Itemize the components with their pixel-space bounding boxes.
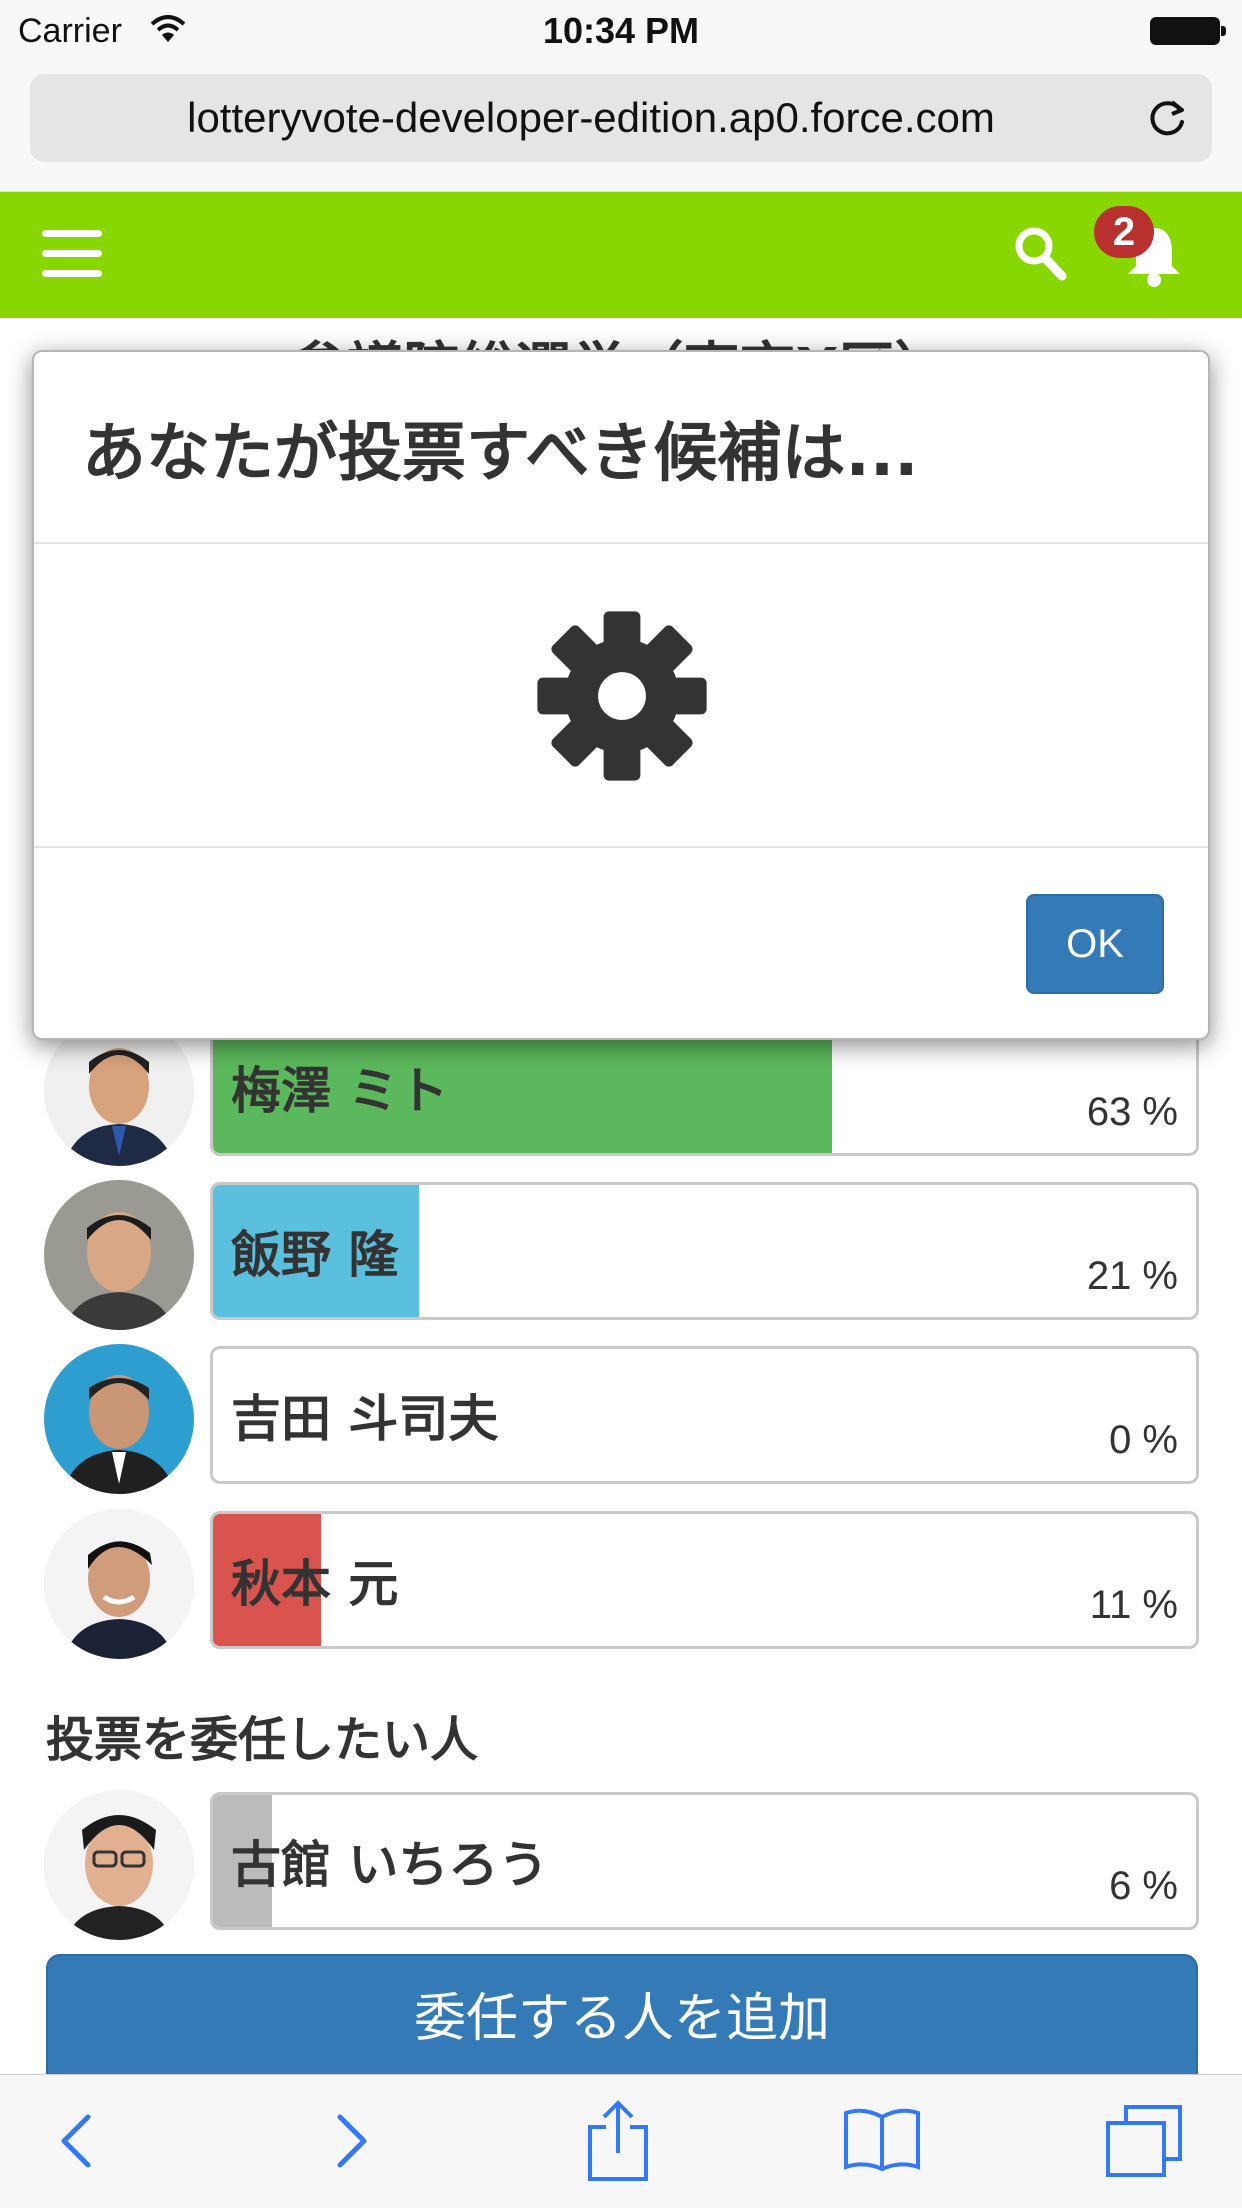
gear-icon <box>537 611 707 781</box>
candidate-recommendation-modal: あなたが投票すべき候補は... OK <box>32 350 1210 1040</box>
clock: 10:34 PM <box>542 10 700 51</box>
modal-header: あなたが投票すべき候補は... <box>34 352 1208 544</box>
modal-body <box>34 544 1208 848</box>
address-bar[interactable]: lotteryvote-developer-edition.ap0.force.… <box>30 74 1212 162</box>
battery-icon <box>1150 17 1226 45</box>
status-bar: Carrier 10:34 PM <box>0 0 1242 60</box>
ok-button[interactable]: OK <box>1026 894 1164 994</box>
bookmarks-icon[interactable] <box>842 2107 922 2173</box>
back-icon[interactable] <box>56 2105 96 2177</box>
forward-icon[interactable] <box>332 2105 372 2177</box>
menu-icon[interactable] <box>42 230 102 278</box>
app-navbar: 2 <box>0 192 1242 318</box>
share-icon[interactable] <box>586 2099 650 2181</box>
browser-toolbar <box>0 2074 1242 2208</box>
modal-title: あなたが投票すべき候補は... <box>82 417 919 491</box>
tabs-icon[interactable] <box>1104 2103 1184 2179</box>
browser-url-area: lotteryvote-developer-edition.ap0.force.… <box>0 60 1242 192</box>
reload-icon[interactable] <box>1146 96 1190 140</box>
notification-badge[interactable]: 2 <box>1094 206 1154 258</box>
url-text[interactable]: lotteryvote-developer-edition.ap0.force.… <box>30 94 1152 142</box>
search-icon[interactable] <box>1010 222 1070 286</box>
